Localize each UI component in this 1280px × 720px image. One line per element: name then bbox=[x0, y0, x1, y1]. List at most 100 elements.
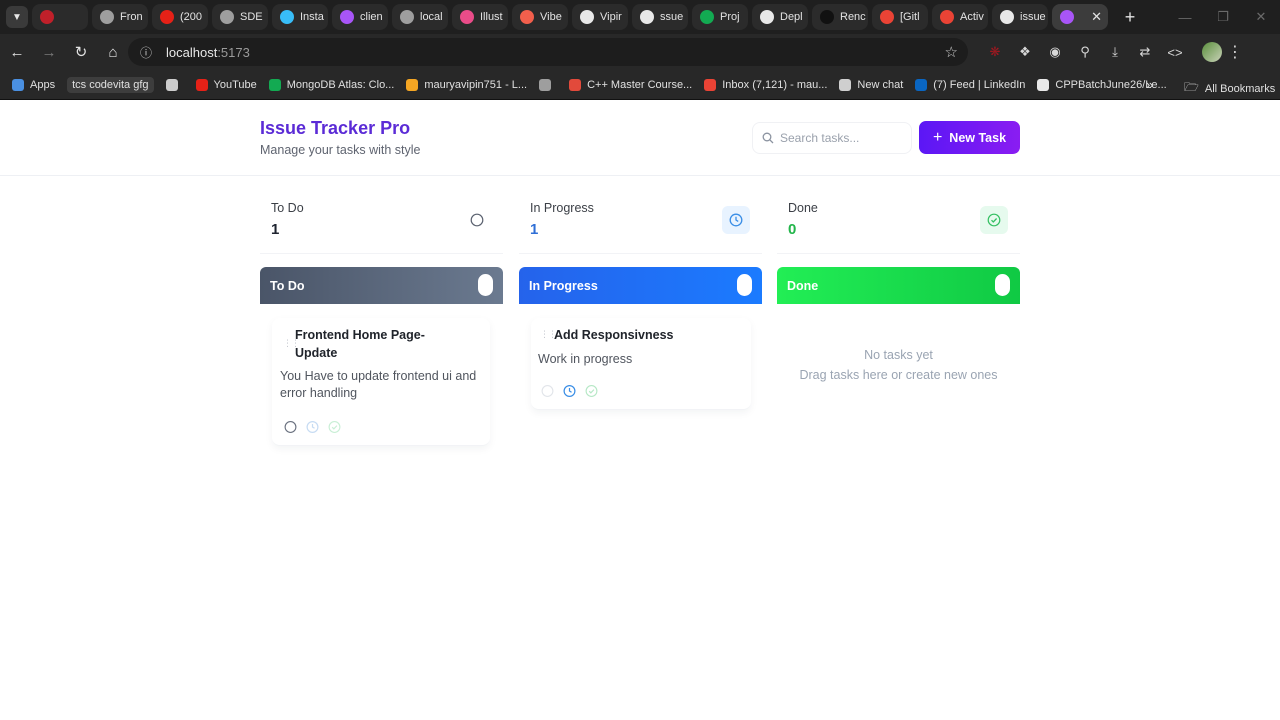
window-controls: — ❐ ✕ bbox=[1166, 0, 1280, 34]
render-icon bbox=[760, 10, 774, 24]
restore-icon[interactable]: ❐ bbox=[1204, 0, 1242, 34]
browser-tab[interactable]: issue bbox=[992, 4, 1048, 30]
tab-label: Illust bbox=[480, 11, 503, 23]
move-to-circle-icon[interactable] bbox=[284, 420, 297, 433]
move-to-check-circle-icon[interactable] bbox=[328, 420, 341, 433]
stat-card: Done 0 bbox=[777, 198, 1020, 254]
column-count-badge bbox=[737, 274, 752, 296]
tab-label: Depl bbox=[780, 11, 803, 23]
code-icon[interactable]: <> bbox=[1160, 37, 1190, 67]
chatgpt-icon bbox=[839, 78, 852, 91]
browser-tab[interactable]: Vipir bbox=[572, 4, 628, 30]
all-bookmarks[interactable]: 🗁 All Bookmarks bbox=[1184, 78, 1275, 99]
close-tab-icon[interactable]: ✕ bbox=[1091, 9, 1102, 25]
bookmark-item[interactable]: Apps bbox=[12, 78, 55, 91]
browser-tab[interactable]: Activ bbox=[932, 4, 988, 30]
stat-card: To Do 1 bbox=[260, 198, 503, 254]
move-to-clock-icon[interactable] bbox=[563, 384, 576, 397]
site-info-icon[interactable]: ⓘ bbox=[140, 44, 156, 61]
bookmark-item[interactable]: Inbox (7,121) - mau... bbox=[704, 78, 827, 91]
mongodb-icon bbox=[268, 78, 281, 91]
browser-tab[interactable] bbox=[32, 4, 88, 30]
column-header: In Progress bbox=[519, 267, 762, 304]
browser-tab[interactable]: Renc bbox=[812, 4, 868, 30]
move-to-circle-icon[interactable] bbox=[541, 384, 554, 397]
bookmark-item[interactable]: YouTube bbox=[195, 78, 257, 91]
vite-icon bbox=[340, 10, 354, 24]
incognito-icon[interactable]: ◉ bbox=[1040, 37, 1070, 67]
browser-tab[interactable]: Insta bbox=[272, 4, 328, 30]
grid-icon bbox=[165, 78, 178, 91]
new-task-button[interactable]: + New Task bbox=[919, 121, 1020, 154]
stat-count: 0 bbox=[788, 221, 797, 238]
browser-tab[interactable]: clien bbox=[332, 4, 388, 30]
github-icon bbox=[1037, 78, 1050, 91]
tab-label: Activ bbox=[960, 11, 984, 23]
reload-icon[interactable]: ↻ bbox=[66, 37, 96, 67]
browser-tab[interactable]: SDE bbox=[212, 4, 268, 30]
github-icon bbox=[640, 10, 654, 24]
back-icon[interactable]: ← bbox=[2, 37, 32, 67]
bookmark-item[interactable]: mauryavipin751 - L... bbox=[406, 78, 528, 91]
forward-icon[interactable]: → bbox=[34, 37, 64, 67]
browser-tab[interactable]: (200 bbox=[152, 4, 208, 30]
new-tab-button[interactable]: + bbox=[1118, 7, 1142, 28]
search-input[interactable] bbox=[780, 131, 910, 145]
column-header: Done bbox=[777, 267, 1020, 304]
download-icon[interactable]: ⤓ bbox=[1100, 37, 1130, 67]
browser-tab[interactable]: Depl bbox=[752, 4, 808, 30]
move-to-check-circle-icon[interactable] bbox=[585, 384, 598, 397]
puzzle-extensions-icon[interactable]: ❖ bbox=[1010, 37, 1040, 67]
empty-state-hint: Drag tasks here or create new ones bbox=[799, 368, 998, 382]
address-bar[interactable]: ⓘ localhost:5173 ☆ bbox=[128, 38, 968, 66]
task-card[interactable]: ⋮⋮ Add Responsivness Work in progress bbox=[531, 318, 751, 410]
bookmark-label: (7) Feed | LinkedIn bbox=[933, 78, 1026, 91]
bookmark-label: mauryavipin751 - L... bbox=[424, 78, 528, 91]
browser-tab[interactable]: ✕ bbox=[1052, 4, 1108, 30]
move-to-clock-icon[interactable] bbox=[306, 420, 319, 433]
home-icon[interactable]: ⌂ bbox=[98, 37, 128, 67]
search-box[interactable] bbox=[752, 122, 912, 154]
browser-tab[interactable]: ssue bbox=[632, 4, 688, 30]
address-url[interactable]: localhost:5173 bbox=[166, 45, 250, 60]
browser-tab[interactable]: Illust bbox=[452, 4, 508, 30]
bookmark-item[interactable]: tcs codevita gfg bbox=[67, 76, 154, 93]
profile-avatar[interactable] bbox=[1202, 42, 1222, 62]
vite-icon bbox=[1060, 10, 1074, 24]
bookmark-item[interactable]: (7) Feed | LinkedIn bbox=[915, 78, 1026, 91]
browser-tab[interactable]: [Gitl bbox=[872, 4, 928, 30]
task-title: Add Responsivness bbox=[554, 328, 674, 342]
browser-tab[interactable]: local bbox=[392, 4, 448, 30]
browser-tab[interactable]: Vibe bbox=[512, 4, 568, 30]
bookmark-item[interactable]: C++ Master Course... bbox=[569, 78, 692, 91]
task-card[interactable]: ⋮⋮ Frontend Home Page- Update You Have to… bbox=[272, 318, 490, 446]
bookmark-item[interactable]: New chat bbox=[839, 78, 903, 91]
app-page: Issue Tracker Pro Manage your tasks with… bbox=[0, 100, 1280, 720]
app-subtitle: Manage your tasks with style bbox=[260, 143, 421, 157]
browser-tab[interactable]: Fron bbox=[92, 4, 148, 30]
column-title: Done bbox=[787, 278, 819, 293]
chatgpt-icon bbox=[100, 10, 114, 24]
more-menu-icon[interactable]: ⋮ bbox=[1222, 42, 1248, 62]
bookmarks-overflow-icon[interactable]: » bbox=[1146, 77, 1153, 92]
tab-search-menu-button[interactable]: ▼ bbox=[6, 6, 28, 28]
translate-icon[interactable]: ⇄ bbox=[1130, 37, 1160, 67]
globe-icon bbox=[400, 10, 414, 24]
close-window-icon[interactable]: ✕ bbox=[1242, 0, 1280, 34]
tab-label: Vipir bbox=[600, 11, 622, 23]
browser-tab[interactable]: Proj bbox=[692, 4, 748, 30]
app-header: Issue Tracker Pro Manage your tasks with… bbox=[0, 100, 1280, 176]
spider-extension-icon[interactable]: ❋ bbox=[980, 37, 1010, 67]
circle-icon bbox=[463, 206, 491, 234]
extensions-row: ❋ ❖ ◉ ⚲ ⤓ ⇄ <> ⋮ bbox=[980, 34, 1248, 70]
youtube-icon bbox=[160, 10, 174, 24]
bookmark-item[interactable] bbox=[539, 78, 557, 91]
task-description: Work in progress bbox=[538, 352, 633, 366]
spider-icon bbox=[40, 10, 54, 24]
bookmark-star-icon[interactable]: ☆ bbox=[945, 43, 958, 61]
tab-label: Insta bbox=[300, 11, 324, 23]
bookmark-item[interactable] bbox=[165, 78, 184, 91]
bookmark-item[interactable]: MongoDB Atlas: Clo... bbox=[268, 78, 394, 91]
minimize-icon[interactable]: — bbox=[1166, 0, 1204, 34]
key-icon[interactable]: ⚲ bbox=[1070, 37, 1100, 67]
